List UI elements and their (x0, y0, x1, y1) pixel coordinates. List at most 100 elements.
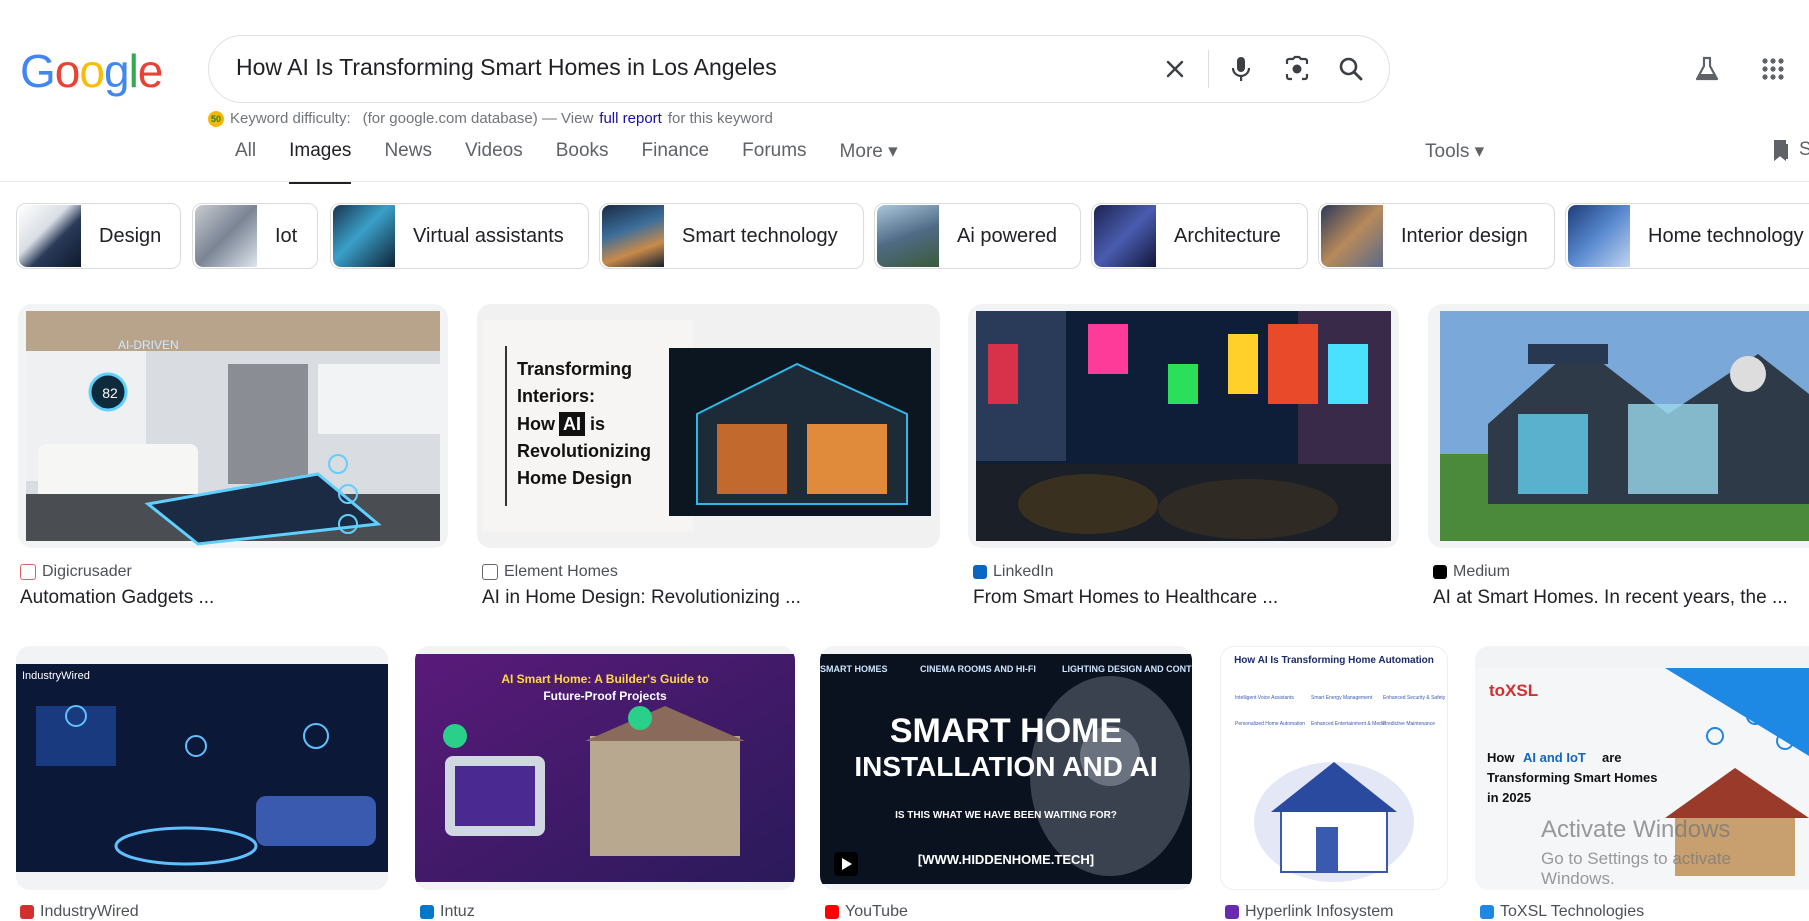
tab-forums[interactable]: Forums (742, 140, 806, 182)
intuz-favicon (420, 905, 434, 919)
logo-letter: e (137, 45, 164, 97)
industrywired-favicon (20, 905, 34, 919)
logo-letter: l (128, 45, 139, 97)
clear-icon[interactable] (1158, 52, 1192, 86)
image-result-medium[interactable] (1428, 304, 1809, 548)
chip-label: Home technology (1648, 224, 1804, 247)
logo-letter: o (54, 45, 81, 97)
chip-ai-powered[interactable]: Ai powered (874, 203, 1081, 269)
activate-windows-title: Activate Windows (1541, 816, 1731, 843)
image-text: AI and IoT (1523, 750, 1586, 765)
image-result-element-homes[interactable]: Transforming Interiors: How AI is Revolu… (477, 304, 940, 548)
source-name: Medium (1453, 563, 1510, 580)
google-logo[interactable]: Google (20, 44, 163, 97)
saved-button[interactable]: S (1771, 139, 1809, 161)
keyword-badge-icon: 50 (208, 110, 224, 127)
image-text: AI (563, 414, 581, 434)
result-source[interactable]: YouTube (825, 903, 908, 921)
tab-videos[interactable]: Videos (465, 140, 523, 182)
image-text: How (1487, 750, 1515, 765)
image-text: [WWW.HIDDENHOME.TECH] (918, 852, 1094, 867)
chip-thumbnail (1094, 205, 1156, 267)
image-text: CINEMA ROOMS AND HI-FI (920, 664, 1036, 674)
chip-thumbnail (333, 205, 395, 267)
tab-all[interactable]: All (235, 140, 256, 182)
image-text: Smart Energy Management (1311, 695, 1373, 701)
chip-thumbnail (602, 205, 664, 267)
full-report-link[interactable]: full report (599, 110, 662, 127)
image-result-youtube[interactable]: SMART HOMES CINEMA ROOMS AND HI-FI LIGHT… (820, 646, 1192, 890)
chip-iot[interactable]: Iot (192, 203, 318, 269)
keyword-suffix: for this keyword (667, 110, 773, 127)
image-text: SMART HOMES (820, 664, 888, 674)
image-text: IS THIS WHAT WE HAVE BEEN WAITING FOR? (895, 810, 1117, 821)
image-text: Enhanced Security & Safety (1383, 695, 1446, 701)
image-text: Personalized Home Automation (1235, 721, 1305, 727)
result-thumbnail (1440, 311, 1809, 541)
youtube-favicon (825, 905, 839, 919)
source-name: IndustryWired (40, 903, 139, 920)
result-source[interactable]: IndustryWired (20, 903, 139, 921)
tab-books[interactable]: Books (556, 140, 609, 182)
source-name: YouTube (845, 903, 908, 920)
lens-icon[interactable] (1280, 52, 1314, 86)
search-input[interactable]: How AI Is Transforming Smart Homes in Lo… (236, 54, 777, 81)
result-title[interactable]: From Smart Homes to Healthcare ... (973, 587, 1278, 609)
tab-finance[interactable]: Finance (642, 140, 710, 182)
source-name: ToXSL Technologies (1500, 903, 1645, 920)
chip-home-technology[interactable]: Home technology (1565, 203, 1809, 269)
result-title[interactable]: AI in Home Design: Revolutionizing ... (482, 587, 801, 609)
result-title[interactable]: Automation Gadgets ... (20, 587, 214, 609)
chip-label: Ai powered (957, 224, 1058, 247)
source-name: Hyperlink Infosystem (1245, 903, 1394, 920)
microphone-icon[interactable] (1224, 52, 1258, 86)
image-text: toXSL (1489, 681, 1538, 700)
image-text: How (517, 414, 556, 434)
image-text: is (590, 414, 605, 434)
image-result-intuz[interactable]: AI Smart Home: A Builder's Guide to Futu… (415, 646, 795, 890)
chip-design[interactable]: Design (16, 203, 181, 269)
image-text: Transforming Smart Homes (1487, 770, 1658, 785)
result-source[interactable]: LinkedIn (973, 563, 1054, 581)
image-result-industrywired[interactable]: IndustryWired (16, 646, 388, 890)
linkedin-favicon (973, 565, 987, 579)
image-text: INSTALLATION AND AI (854, 751, 1157, 782)
tab-more[interactable]: More ▾ (840, 140, 898, 182)
chip-architecture[interactable]: Architecture (1091, 203, 1308, 269)
chip-thumbnail (195, 205, 257, 267)
saved-label: S (1799, 139, 1809, 160)
tab-news[interactable]: News (384, 140, 432, 182)
result-source[interactable]: Hyperlink Infosystem (1225, 903, 1394, 921)
chip-label: Interior design (1401, 224, 1528, 247)
labs-flask-icon[interactable] (1690, 52, 1724, 86)
image-result-linkedin[interactable] (968, 304, 1399, 548)
logo-letter: g (103, 45, 130, 97)
chip-label: Virtual assistants (413, 224, 564, 247)
result-source[interactable]: Digicrusader (20, 563, 132, 581)
image-result-hyperlink[interactable]: How AI Is Transforming Home Automation I… (1220, 646, 1448, 890)
result-thumbnail: Transforming Interiors: How AI is Revolu… (483, 320, 931, 532)
image-text: SMART HOME (890, 712, 1122, 750)
result-thumbnail: IndustryWired (16, 664, 388, 872)
chip-smart-technology[interactable]: Smart technology (599, 203, 864, 269)
chip-label: Iot (275, 224, 298, 247)
tools-button[interactable]: Tools ▾ (1425, 140, 1484, 163)
result-source[interactable]: Medium (1433, 563, 1510, 581)
image-result-digicrusader[interactable]: 82 AI-DRIVEN (18, 304, 448, 548)
image-text: in 2025 (1487, 790, 1531, 805)
chip-thumbnail (1321, 205, 1383, 267)
header-divider (0, 181, 1809, 182)
search-divider (1208, 50, 1209, 88)
result-source[interactable]: Intuz (420, 903, 475, 921)
chip-virtual-assistants[interactable]: Virtual assistants (330, 203, 589, 269)
result-source[interactable]: ToXSL Technologies (1480, 903, 1644, 921)
image-text: Predictive Maintenance (1383, 721, 1435, 727)
result-title[interactable]: AI at Smart Homes. In recent years, the … (1433, 587, 1788, 609)
tab-images[interactable]: Images (289, 140, 352, 184)
search-icon[interactable] (1334, 52, 1368, 86)
chip-interior-design[interactable]: Interior design (1318, 203, 1555, 269)
result-source[interactable]: Element Homes (482, 563, 618, 581)
chip-label: Design (99, 224, 162, 247)
image-text: IndustryWired (22, 670, 90, 682)
apps-grid-icon[interactable] (1756, 52, 1790, 86)
